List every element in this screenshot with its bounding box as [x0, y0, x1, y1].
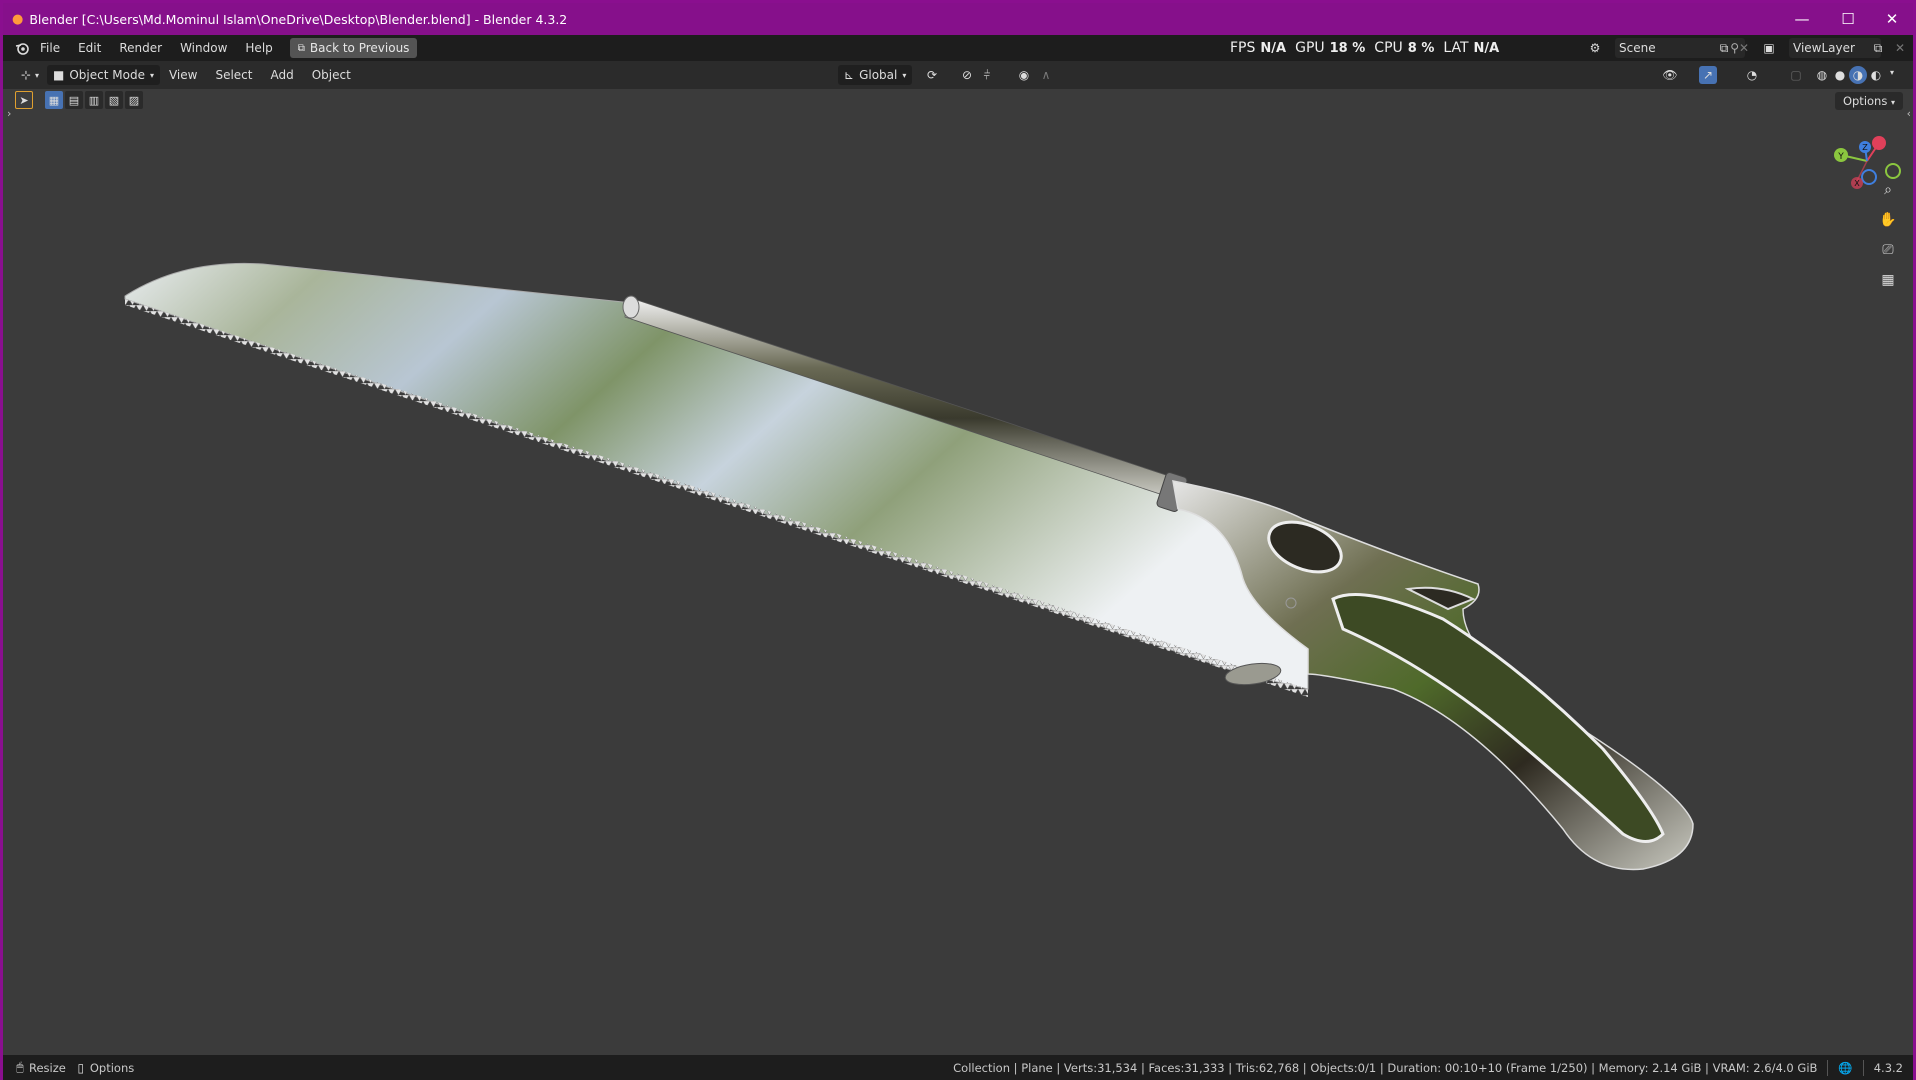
- menu-view[interactable]: View: [160, 68, 206, 82]
- mouse-left-icon: 🖱: [16, 1060, 24, 1074]
- lat-label: LAT: [1443, 40, 1469, 56]
- snap-icon[interactable]: ⊘: [958, 66, 976, 84]
- top-bar: File Edit Render Window Help ⧉ Back to P…: [3, 35, 1913, 61]
- delete-scene-icon[interactable]: ✕: [1735, 39, 1753, 57]
- back-to-previous-button[interactable]: ⧉ Back to Previous: [289, 38, 418, 58]
- menu-object[interactable]: Object: [303, 68, 360, 82]
- new-view-layer-icon[interactable]: ⧉: [1869, 39, 1887, 57]
- falloff-icon[interactable]: ∧: [1037, 66, 1055, 84]
- options-dropdown[interactable]: Options ▾: [1834, 92, 1903, 110]
- performance-stats: FPS N/A GPU 18 % CPU 8 % LAT N/A: [1230, 35, 1499, 61]
- gizmo-y-label: Y: [1837, 152, 1844, 162]
- gizmo-x-positive[interactable]: [1872, 136, 1886, 150]
- menu-render[interactable]: Render: [110, 41, 171, 55]
- select-box-invert-icon[interactable]: ▧: [105, 91, 123, 109]
- back-icon: ⧉: [297, 42, 305, 54]
- gizmo-z-negative[interactable]: [1861, 169, 1877, 185]
- menu-help[interactable]: Help: [236, 41, 281, 55]
- transform-orientation-dropdown[interactable]: ⊾ Global ▾: [838, 65, 913, 85]
- wireframe-shading-icon[interactable]: ◍: [1813, 66, 1831, 84]
- new-scene-icon[interactable]: ⧉: [1715, 39, 1733, 57]
- network-globe-icon: 🌐: [1838, 1060, 1853, 1075]
- gizmo-z-label: Z: [1862, 143, 1868, 152]
- camera-view-icon[interactable]: ⎚: [1875, 237, 1901, 263]
- scene-selector-icon[interactable]: ⚙: [1586, 39, 1604, 57]
- mode-label: Object Mode: [69, 68, 145, 82]
- gizmo-x-label: X: [1854, 179, 1860, 188]
- menu-add[interactable]: Add: [261, 68, 302, 82]
- toolbar-expand-icon[interactable]: ›: [7, 107, 11, 120]
- pan-hand-icon[interactable]: ✋: [1875, 207, 1901, 233]
- chevron-down-icon: ▾: [1890, 98, 1895, 107]
- material-preview-shading-icon[interactable]: ◑: [1849, 66, 1867, 84]
- select-box-intersect-icon[interactable]: ▨: [125, 91, 143, 109]
- solid-shading-icon[interactable]: ●: [1831, 66, 1849, 84]
- snap-target-icon[interactable]: ⫩: [978, 66, 996, 84]
- gizmo-y-negative[interactable]: [1885, 163, 1901, 179]
- menu-edit[interactable]: Edit: [69, 41, 110, 55]
- title-bar: ● Blender [C:\Users\Md.Mominul Islam\One…: [3, 3, 1913, 35]
- close-button[interactable]: ✕: [1869, 3, 1915, 35]
- chevron-down-icon: ▾: [149, 70, 154, 80]
- gpu-value: 18 %: [1329, 40, 1366, 56]
- window-title: Blender [C:\Users\Md.Mominul Islam\OneDr…: [29, 11, 568, 27]
- editor-type-icon[interactable]: ⊹: [17, 66, 35, 84]
- rendered-shading-icon[interactable]: ◐: [1867, 66, 1885, 84]
- blender-logo-icon: ●: [12, 11, 24, 27]
- gpu-label: GPU: [1295, 40, 1325, 56]
- select-box-new-icon[interactable]: ▦: [45, 91, 63, 109]
- status-resize-label: Resize: [29, 1060, 66, 1075]
- version-label: 4.3.2: [1873, 1060, 1903, 1075]
- divider: [1862, 1059, 1864, 1076]
- scene-statistics: Collection | Plane | Verts:31,534 | Face…: [953, 1055, 1903, 1080]
- select-box-subtract-icon[interactable]: ▥: [85, 91, 103, 109]
- blender-window: ● Blender [C:\Users\Md.Mominul Islam\One…: [0, 0, 1916, 1080]
- zoom-icon[interactable]: ⌕: [1875, 177, 1901, 203]
- divider: [1827, 1059, 1829, 1076]
- blender-menu-icon[interactable]: [13, 39, 31, 57]
- mouse-right-icon: ▯: [77, 1060, 85, 1075]
- cpu-value: 8 %: [1407, 40, 1435, 56]
- status-options-label: Options: [89, 1060, 135, 1075]
- perspective-grid-icon[interactable]: ▦: [1875, 267, 1901, 293]
- cpu-label: CPU: [1374, 40, 1403, 56]
- chevron-down-icon: ▾: [902, 70, 907, 80]
- options-label: Options: [1842, 94, 1888, 108]
- back-to-previous-label: Back to Previous: [309, 41, 410, 55]
- delete-view-layer-icon[interactable]: ✕: [1891, 39, 1909, 57]
- pivot-point-icon[interactable]: ⟳: [923, 66, 941, 84]
- status-bar: 🖱 Resize ▯ Options Collection | Plane | …: [3, 1055, 1913, 1080]
- orientation-label: Global: [859, 68, 898, 82]
- viewport-header: ⊹ ▾ ■ Object Mode ▾ View Select Add Obje…: [3, 61, 1913, 89]
- editor-type-chevron-icon[interactable]: ▾: [35, 71, 39, 80]
- menu-window[interactable]: Window: [171, 41, 236, 55]
- shading-options-chevron-icon[interactable]: ▾: [1890, 68, 1894, 77]
- proportional-editing-icon[interactable]: ◉: [1015, 66, 1033, 84]
- lat-value: N/A: [1473, 40, 1500, 56]
- fps-label: FPS: [1230, 40, 1256, 56]
- minimize-button[interactable]: —: [1779, 3, 1825, 35]
- gizmo-toggle-icon[interactable]: ↗: [1699, 66, 1717, 84]
- xray-icon[interactable]: ▢: [1787, 66, 1805, 84]
- scene-name: Scene: [1619, 41, 1656, 55]
- orientation-icon: ⊾: [844, 68, 855, 82]
- select-box-extend-icon[interactable]: ▤: [65, 91, 83, 109]
- menu-file[interactable]: File: [31, 41, 69, 55]
- maximize-button[interactable]: ☐: [1825, 3, 1871, 35]
- sidebar-expand-icon[interactable]: ‹: [1907, 107, 1911, 120]
- selection-tools: ➤ ▦ ▤ ▥ ▧ ▨: [15, 91, 143, 111]
- tweak-tool-icon[interactable]: ➤: [15, 91, 33, 109]
- view-layer-icon[interactable]: ▣: [1760, 39, 1778, 57]
- fps-value: N/A: [1260, 40, 1287, 56]
- mode-dropdown[interactable]: ■ Object Mode ▾: [47, 65, 160, 85]
- menu-select[interactable]: Select: [206, 68, 261, 82]
- saw-model: [124, 262, 1694, 871]
- view-layer-field[interactable]: ViewLayer: [1789, 38, 1881, 58]
- object-mode-icon: ■: [53, 68, 65, 82]
- scene-info-text: Collection | Plane | Verts:31,534 | Face…: [953, 1060, 1818, 1075]
- 3d-viewport[interactable]: ➤ ▦ ▤ ▥ ▧ ▨ Options ▾ › ‹ Y Z X ⌕ ✋ ⎚ ▦: [3, 89, 1913, 1055]
- view-layer-name: ViewLayer: [1793, 41, 1855, 55]
- overlays-icon[interactable]: ◔: [1743, 66, 1761, 84]
- visibility-icon[interactable]: 👁: [1661, 66, 1679, 84]
